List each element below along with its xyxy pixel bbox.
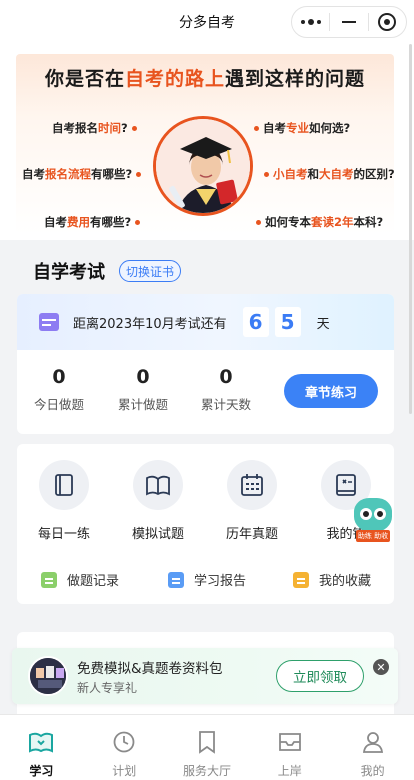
tab-study[interactable]: 学习 xyxy=(0,715,83,780)
material-pack-promo[interactable]: 免费模拟&真题卷资料包 新人专享礼 立即领取 ✕ xyxy=(12,648,398,704)
tab-service-hall[interactable]: 服务大厅 xyxy=(166,715,249,780)
promo-subtitle: 新人专享礼 xyxy=(77,681,138,695)
top-nav-bar: 分多自考 xyxy=(0,0,414,44)
tool-mock-exam[interactable]: 模拟试题 xyxy=(118,460,198,542)
tool-daily-practice[interactable]: 每日一练 xyxy=(24,460,104,542)
minimize-icon xyxy=(341,21,356,23)
tab-plan[interactable]: 计划 xyxy=(83,715,166,780)
promo-banner[interactable]: 你是否在自考的路上遇到这样的问题 自考报名时间? 自考报名流程有哪些? 自考费用… xyxy=(0,44,414,240)
minimize-button[interactable] xyxy=(330,7,367,37)
banner-question: 小自考和大自考的区别? xyxy=(260,166,395,182)
stat-today: 0 今日做题 xyxy=(33,366,84,412)
open-book-icon xyxy=(133,460,183,510)
more-button[interactable] xyxy=(292,7,329,37)
study-header: 自学考试 切换证书 xyxy=(33,258,182,284)
bottom-tab-bar: 学习 计划 服务大厅 上岸 我的 xyxy=(0,714,414,780)
exam-countdown: 距离2023年10月考试还有 6 5 天 xyxy=(17,294,394,350)
banner-question: 自考专业如何选? xyxy=(250,120,350,136)
stat-total-days: 0 累计天数 xyxy=(200,366,251,412)
study-progress-card: 距离2023年10月考试还有 6 5 天 0 今日做题 0 累计做题 0 累计天… xyxy=(17,294,394,434)
claim-now-button[interactable]: 立即领取 xyxy=(276,660,364,692)
days-digit: 6 xyxy=(242,307,269,337)
link-practice-records[interactable]: 做题记录 xyxy=(41,570,119,589)
stat-total-questions: 0 累计做题 xyxy=(117,366,168,412)
page-scrollbar[interactable] xyxy=(409,44,412,414)
notebook-icon xyxy=(39,460,89,510)
calendar-icon xyxy=(39,313,59,331)
report-icon xyxy=(168,571,184,588)
mini-program-capsule xyxy=(291,6,407,38)
inbox-icon xyxy=(248,729,331,755)
records-icon xyxy=(41,571,57,588)
banner-question: 自考报名时间? xyxy=(52,120,141,136)
favorites-icon xyxy=(293,571,309,588)
countdown-text: 距离2023年10月考试还有 xyxy=(73,316,227,332)
link-my-favorites[interactable]: 我的收藏 xyxy=(293,570,371,589)
banner-question: 自考费用有哪些? xyxy=(44,214,144,230)
more-dots-icon xyxy=(300,19,321,25)
close-icon[interactable]: ✕ xyxy=(373,659,389,675)
owl-assistant-icon[interactable]: 助练 助收 xyxy=(354,498,392,544)
days-digit: 5 xyxy=(274,307,301,337)
study-tools-card: 每日一练 模拟试题 历年真题 我的错 做题记录 学习报告 我的收藏 xyxy=(17,444,394,604)
tab-landing[interactable]: 上岸 xyxy=(248,715,331,780)
graduate-photo xyxy=(153,116,253,216)
calendar-grid-icon xyxy=(227,460,277,510)
bookmark-icon xyxy=(166,729,249,755)
promo-title: 免费模拟&真题卷资料包 xyxy=(77,661,223,677)
clock-icon xyxy=(83,729,166,755)
chapter-practice-button[interactable]: 章节练习 xyxy=(284,374,378,408)
banner-question: 自考报名流程有哪些? xyxy=(22,166,145,182)
switch-certificate-button[interactable]: 切换证书 xyxy=(119,260,182,282)
banner-question: 如何专本套读2年本科? xyxy=(252,214,383,230)
target-icon xyxy=(378,13,397,31)
link-study-report[interactable]: 学习报告 xyxy=(168,570,246,589)
tab-mine[interactable]: 我的 xyxy=(331,715,414,780)
owl-tag: 助练 助收 xyxy=(356,530,390,542)
tool-past-papers[interactable]: 历年真题 xyxy=(212,460,292,542)
user-icon xyxy=(331,729,414,755)
promo-thumbnail xyxy=(28,656,68,696)
book-icon xyxy=(0,729,83,755)
days-unit: 天 xyxy=(316,316,330,332)
banner-title: 你是否在自考的路上遇到这样的问题 xyxy=(44,68,366,90)
close-program-button[interactable] xyxy=(369,7,406,37)
section-title: 自学考试 xyxy=(33,262,105,283)
